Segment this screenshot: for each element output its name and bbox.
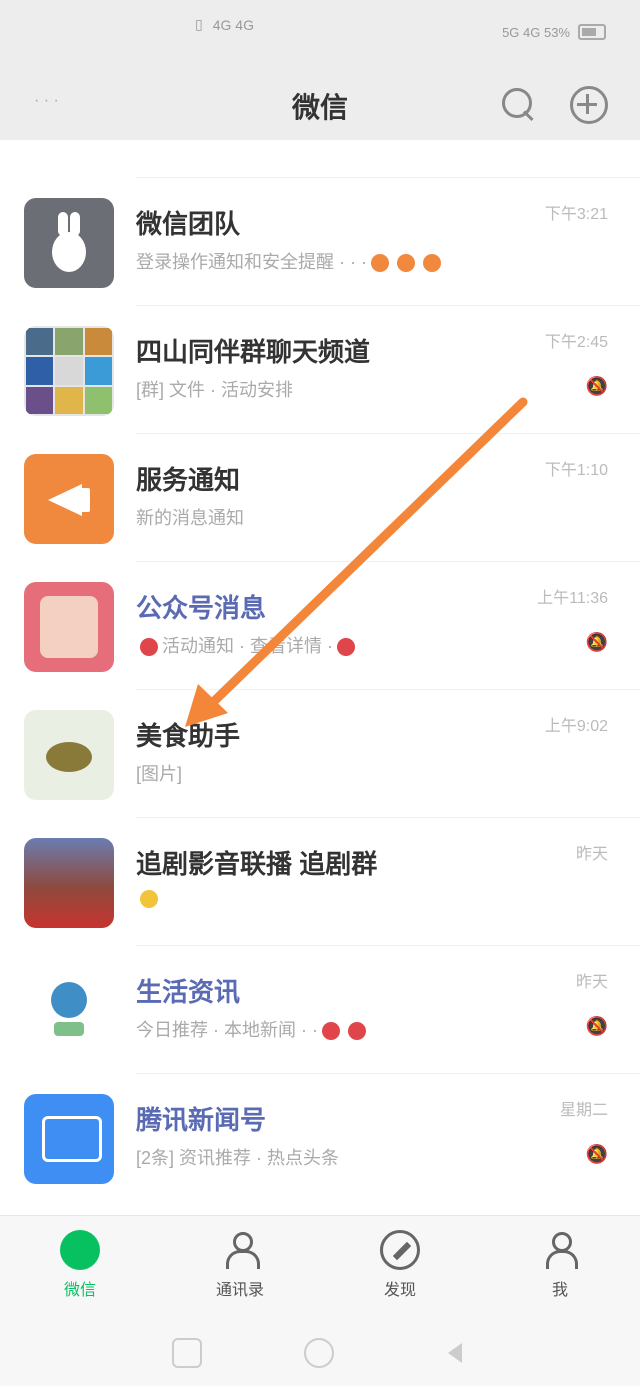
chat-row[interactable]: 美食助手 [图片] 上午9:02 xyxy=(0,690,640,818)
chat-row[interactable]: 腾讯新闻号 [2条] 资讯推荐 · 热点头条 星期二 🔕 xyxy=(0,1074,640,1202)
add-icon[interactable] xyxy=(568,84,608,124)
chat-row[interactable]: 微信团队 登录操作通知和安全提醒 · · · 下午3:21 xyxy=(0,178,640,306)
tab-discover[interactable]: 发现 xyxy=(340,1230,460,1300)
chat-preview: 今日推荐 · 本地新闻 · · xyxy=(136,1016,370,1042)
tab-contacts[interactable]: 通讯录 xyxy=(180,1230,300,1300)
tab-label: 微信 xyxy=(63,1282,96,1299)
mute-icon: 🔕 xyxy=(585,376,608,396)
chat-avatar xyxy=(24,710,114,800)
chat-row[interactable] xyxy=(0,140,640,178)
tab-me[interactable]: 我 xyxy=(500,1230,620,1300)
mute-icon: 🔕 xyxy=(585,1144,608,1164)
chat-row[interactable]: 追剧影音联播 追剧群 昨天 xyxy=(0,818,640,946)
mute-icon: 🔕 xyxy=(585,632,608,652)
network-text: 4G 4G xyxy=(212,16,254,33)
chat-row[interactable]: 四山同伴群聊天频道 [群] 文件 · 活动安排 下午2:45 🔕 xyxy=(0,306,640,434)
search-icon[interactable] xyxy=(498,84,538,124)
bottom-tab-bar: 微信 通讯录 发现 我 xyxy=(0,1215,640,1316)
tab-label: 发现 xyxy=(383,1282,416,1299)
battery-icon xyxy=(578,24,606,40)
status-right: 5G 4G 53% xyxy=(502,24,606,40)
chat-list[interactable]: 微信团队 登录操作通知和安全提醒 · · · 下午3:21 四山同伴群聊天频道 … xyxy=(0,140,640,1215)
chat-preview xyxy=(136,888,162,909)
chat-name: 美食助手 xyxy=(136,721,241,751)
chat-time: 星期二 xyxy=(559,1102,608,1119)
chat-time: 下午3:21 xyxy=(544,206,608,223)
chat-avatar xyxy=(24,326,114,416)
chat-avatar xyxy=(24,198,114,288)
chat-time: 昨天 xyxy=(575,846,608,863)
chat-name: 服务通知 xyxy=(136,465,241,495)
chat-preview: 活动通知 · 查看详情 · xyxy=(136,632,359,658)
chat-row[interactable]: 公众号消息 活动通知 · 查看详情 · 上午11:36 🔕 xyxy=(0,562,640,690)
chat-time: 上午11:36 xyxy=(537,590,608,607)
compass-icon xyxy=(380,1230,420,1270)
chat-time: 下午1:10 xyxy=(544,462,608,479)
chat-name: 微信团队 xyxy=(136,209,241,239)
system-nav-bar xyxy=(0,1316,640,1386)
recent-apps-icon[interactable] xyxy=(172,1338,202,1368)
back-icon[interactable] xyxy=(440,1338,470,1368)
chat-avatar xyxy=(24,1094,114,1184)
chat-preview: 新的消息通知 xyxy=(136,508,244,528)
chat-avatar xyxy=(24,966,114,1056)
page-title: 微信 xyxy=(291,92,348,123)
chat-time: 昨天 xyxy=(575,974,608,991)
mute-icon: 🔕 xyxy=(585,1016,608,1036)
chat-name: 公众号消息 xyxy=(136,593,267,623)
chat-preview: [图片] xyxy=(136,764,183,784)
chat-name: 追剧影音联播 追剧群 xyxy=(136,849,378,879)
chat-name: 腾讯新闻号 xyxy=(136,1105,267,1135)
chat-avatar xyxy=(24,838,114,928)
tab-label: 通讯录 xyxy=(215,1282,264,1299)
signal-icon: ▯ xyxy=(195,16,203,32)
chat-preview: [2条] 资讯推荐 · 热点头条 xyxy=(136,1148,340,1168)
chat-row[interactable]: 服务通知 新的消息通知 下午1:10 xyxy=(0,434,640,562)
contacts-icon xyxy=(220,1230,260,1270)
chat-time: 上午9:02 xyxy=(544,718,608,735)
chat-name: 四山同伴群聊天频道 xyxy=(136,337,371,367)
status-network: ▯ 4G 4G xyxy=(195,16,254,33)
chat-bubble-icon xyxy=(60,1230,100,1270)
tab-label: 我 xyxy=(551,1282,568,1299)
person-icon xyxy=(540,1230,580,1270)
chat-avatar xyxy=(24,454,114,544)
chat-time: 下午2:45 xyxy=(544,334,608,351)
chat-name: 生活资讯 xyxy=(136,977,241,1007)
chat-preview: [群] 文件 · 活动安排 xyxy=(136,380,293,400)
top-header: · · · 微信 xyxy=(0,70,640,140)
tab-chats[interactable]: 微信 xyxy=(20,1230,140,1300)
chat-preview: 登录操作通知和安全提醒 · · · xyxy=(136,248,445,274)
status-bar: ▯ 4G 4G 5G 4G 53% xyxy=(0,0,640,70)
chat-avatar xyxy=(24,582,114,672)
chat-row[interactable]: 生活资讯 今日推荐 · 本地新闻 · · 昨天 🔕 xyxy=(0,946,640,1074)
status-right-text: 5G 4G 53% xyxy=(502,24,570,40)
home-icon[interactable] xyxy=(304,1338,334,1368)
